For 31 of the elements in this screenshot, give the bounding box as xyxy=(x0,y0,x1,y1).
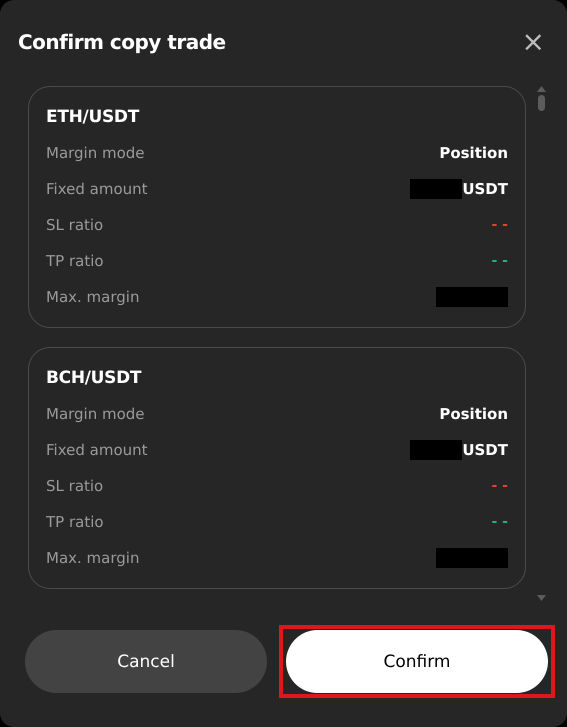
empty-value: - - xyxy=(492,478,508,494)
unit-text: USDT xyxy=(462,180,508,198)
row-label: TP ratio xyxy=(46,252,104,270)
cancel-button[interactable]: Cancel xyxy=(25,630,267,693)
row-label: Max. margin xyxy=(46,288,140,306)
scroll-down-icon[interactable] xyxy=(536,595,546,601)
redaction-block xyxy=(410,179,462,199)
redaction-block xyxy=(436,548,508,568)
scroll-up-icon[interactable] xyxy=(536,86,546,92)
empty-value: - - xyxy=(492,217,508,233)
redaction-block xyxy=(410,440,462,460)
empty-value: - - xyxy=(492,253,508,269)
pair-title: ETH/USDT xyxy=(46,107,140,129)
row-label: SL ratio xyxy=(46,216,104,234)
row-label: Fixed amount xyxy=(46,441,148,459)
row-label: TP ratio xyxy=(46,513,104,531)
close-button[interactable]: × xyxy=(522,28,545,56)
row-value: Position xyxy=(439,144,508,162)
row-label: Fixed amount xyxy=(46,180,148,198)
pair-title: BCH/USDT xyxy=(46,368,142,390)
row-label: Margin mode xyxy=(46,144,145,162)
redaction-block xyxy=(436,287,508,307)
unit-text: USDT xyxy=(462,441,508,459)
row-label: SL ratio xyxy=(46,477,104,495)
scrollbar-thumb[interactable] xyxy=(538,95,544,111)
dialog-title: Confirm copy trade xyxy=(18,30,226,54)
row-value: Position xyxy=(439,405,508,423)
confirm-button[interactable]: Confirm xyxy=(286,630,548,693)
empty-value: - - xyxy=(492,514,508,530)
row-label: Max. margin xyxy=(46,549,140,567)
row-label: Margin mode xyxy=(46,405,145,423)
